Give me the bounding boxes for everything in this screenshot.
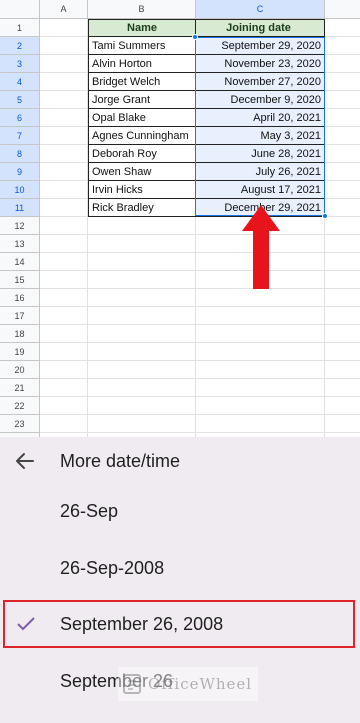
format-option-dd-mmm[interactable]: 26-Sep [0, 483, 360, 539]
watermark: OfficeWheel [118, 667, 258, 701]
row-header[interactable]: 12 [0, 217, 40, 235]
format-option-label: September 26, 2008 [60, 613, 224, 634]
date-cell[interactable]: December 9, 2020 [196, 91, 325, 109]
name-cell[interactable]: Jorge Grant [88, 91, 196, 109]
format-option-full-date[interactable]: September 26, 2008 [0, 596, 360, 652]
row-header[interactable]: 15 [0, 271, 40, 289]
name-cell[interactable]: Alvin Horton [88, 55, 196, 73]
format-option-label: 26-Sep [60, 500, 119, 521]
up-arrow-icon [242, 205, 280, 289]
panel-header: More date/time [0, 437, 360, 485]
row-header[interactable]: 19 [0, 343, 40, 361]
name-cell[interactable]: Opal Blake [88, 109, 196, 127]
row-header[interactable]: 8 [0, 145, 40, 163]
name-cell[interactable]: Agnes Cunningham [88, 127, 196, 145]
column-header-d[interactable] [325, 0, 360, 19]
column-header-a[interactable]: A [40, 0, 88, 19]
selection-handle-top[interactable] [192, 34, 198, 40]
row-header[interactable]: 18 [0, 325, 40, 343]
row-header[interactable]: 21 [0, 379, 40, 397]
date-cell[interactable]: November 23, 2020 [196, 55, 325, 73]
row-header[interactable]: 9 [0, 163, 40, 181]
checkmark-icon [16, 614, 36, 634]
row-header[interactable]: 22 [0, 397, 40, 415]
row-header[interactable]: 4 [0, 73, 40, 91]
name-cell[interactable]: Owen Shaw [88, 163, 196, 181]
row-header[interactable]: 3 [0, 55, 40, 73]
row-header[interactable]: 17 [0, 307, 40, 325]
row-header[interactable]: 23 [0, 415, 40, 433]
format-option-dd-mmm-yyyy[interactable]: 26-Sep-2008 [0, 540, 360, 596]
row-header[interactable]: 6 [0, 109, 40, 127]
row-header[interactable]: 7 [0, 127, 40, 145]
table-header-name[interactable]: Name [88, 19, 196, 37]
column-header-c[interactable]: C [196, 0, 325, 19]
row-header[interactable]: 16 [0, 289, 40, 307]
selection-handle-bottom[interactable] [322, 213, 328, 219]
date-cell[interactable]: May 3, 2021 [196, 127, 325, 145]
row-header[interactable]: 2 [0, 37, 40, 55]
date-cell[interactable]: August 17, 2021 [196, 181, 325, 199]
date-cell[interactable]: September 29, 2020 [196, 37, 325, 55]
select-all-corner[interactable] [0, 0, 40, 19]
name-cell[interactable]: Irvin Hicks [88, 181, 196, 199]
row-header[interactable]: 5 [0, 91, 40, 109]
row-header[interactable]: 13 [0, 235, 40, 253]
row-header[interactable]: 14 [0, 253, 40, 271]
row-header[interactable]: 20 [0, 361, 40, 379]
format-option-label: 26-Sep-2008 [60, 557, 165, 578]
date-format-panel: More date/time 26-Sep 26-Sep-2008 Septem… [0, 437, 360, 723]
panel-title: More date/time [60, 451, 181, 471]
back-button[interactable] [13, 449, 37, 473]
spreadsheet-grid: A B C 1 2 3 4 5 6 7 8 9 10 11 12 13 14 15 16 17 18 19 20 21 2… [0, 0, 360, 437]
name-cell[interactable]: Deborah Roy [88, 145, 196, 163]
column-header-b[interactable]: B [88, 0, 196, 19]
watermark-logo-icon [123, 674, 141, 694]
date-cell[interactable]: July 26, 2021 [196, 163, 325, 181]
name-cell[interactable]: Rick Bradley [88, 199, 196, 217]
row-header[interactable]: 1 [0, 19, 40, 37]
name-cell[interactable]: Bridget Welch [88, 73, 196, 91]
row-header[interactable]: 11 [0, 199, 40, 217]
date-cell[interactable]: April 20, 2021 [196, 109, 325, 127]
table-header-joining-date[interactable]: Joining date [196, 19, 325, 37]
date-cell[interactable]: June 28, 2021 [196, 145, 325, 163]
name-cell[interactable]: Tami Summers [88, 37, 196, 55]
date-cell[interactable]: November 27, 2020 [196, 73, 325, 91]
arrow-back-icon [16, 453, 34, 469]
watermark-text: OfficeWheel [148, 675, 253, 693]
row-header[interactable]: 10 [0, 181, 40, 199]
